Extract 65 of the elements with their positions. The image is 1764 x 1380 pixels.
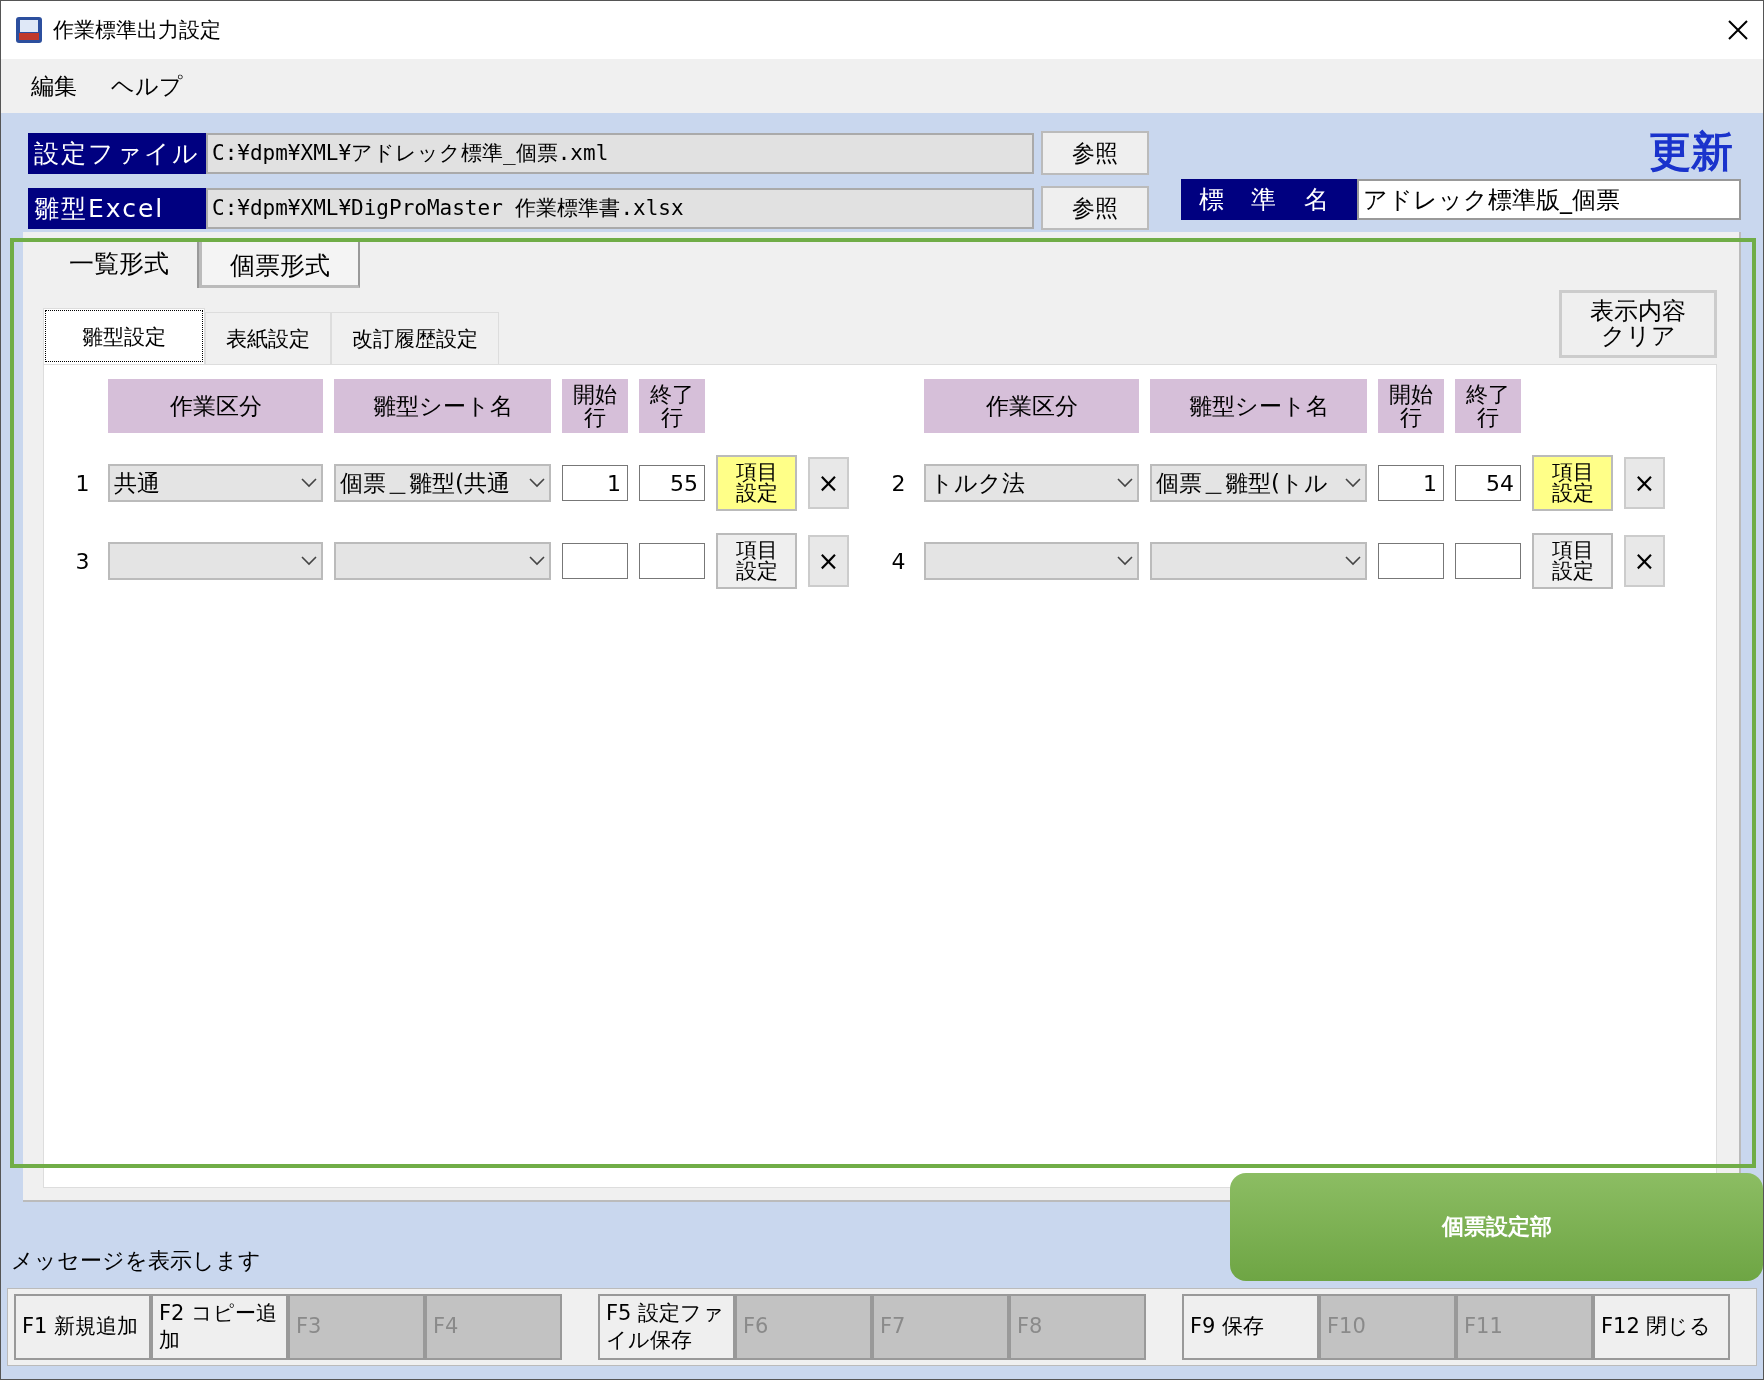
function-key-button[interactable]: F1 新規追加 xyxy=(14,1294,151,1360)
item-settings-button[interactable]: 項目設定 xyxy=(716,533,797,589)
path-field[interactable]: C:¥dpm¥XML¥DigProMaster 作業標準書.xlsx xyxy=(206,187,1034,229)
settings-tab[interactable]: 表紙設定 xyxy=(205,312,331,364)
function-key-button[interactable]: F2 コピー追加 xyxy=(151,1294,288,1360)
column-header: 終了行 xyxy=(639,379,705,433)
function-key-button[interactable]: F9 保存 xyxy=(1182,1294,1319,1360)
column-header: 雛型シート名 xyxy=(1150,379,1367,433)
menu-item[interactable]: ヘルプ xyxy=(111,70,183,102)
end-row-field[interactable] xyxy=(639,543,705,579)
delete-button[interactable]: × xyxy=(808,535,849,587)
row-number: 2 xyxy=(890,470,907,496)
delete-button[interactable]: × xyxy=(1624,535,1665,587)
sheet-dropdown[interactable]: 個票＿雛型(共通 xyxy=(334,464,551,502)
menu-item[interactable]: 編集 xyxy=(31,70,77,102)
column-header: 開始行 xyxy=(562,379,628,433)
caret-icon xyxy=(529,556,545,566)
start-row-field[interactable] xyxy=(562,543,628,579)
field-label: 設定ファイル xyxy=(28,132,206,174)
row-number: 3 xyxy=(74,548,91,574)
delete-button[interactable]: × xyxy=(1624,457,1665,509)
start-row-field[interactable]: 1 xyxy=(1378,465,1444,501)
status-message: メッセージを表示します xyxy=(11,1247,261,1275)
row-number: 4 xyxy=(890,548,907,574)
column-header: 作業区分 xyxy=(108,379,323,433)
path-field[interactable]: C:¥dpm¥XML¥アドレック標準_個票.xml xyxy=(206,132,1034,174)
function-key-button[interactable]: F5 設定ファイル保存 xyxy=(598,1294,735,1360)
caret-icon xyxy=(1345,478,1361,488)
end-row-field[interactable]: 54 xyxy=(1455,465,1521,501)
start-row-field[interactable]: 1 xyxy=(562,465,628,501)
item-settings-button[interactable]: 項目設定 xyxy=(1532,533,1613,589)
column-header: 開始行 xyxy=(1378,379,1444,433)
field-label: 雛型Excel xyxy=(28,187,206,229)
caret-icon xyxy=(1345,556,1361,566)
close-icon[interactable] xyxy=(1727,19,1749,41)
function-key-button[interactable]: F12 閉じる xyxy=(1593,1294,1730,1360)
update-label: 更新 xyxy=(1649,131,1733,173)
settings-tab[interactable]: 改訂履歴設定 xyxy=(331,312,499,364)
browse-button[interactable]: 参照 xyxy=(1041,186,1149,230)
settings-tab[interactable]: 雛型設定 xyxy=(43,308,205,364)
caret-icon xyxy=(1117,478,1133,488)
delete-button[interactable]: × xyxy=(808,457,849,509)
field-label: 標 準 名 xyxy=(1181,179,1357,220)
window-title: 作業標準出力設定 xyxy=(53,17,221,44)
app-icon xyxy=(15,16,43,44)
end-row-field[interactable] xyxy=(1455,543,1521,579)
caret-icon xyxy=(529,478,545,488)
column-header: 作業区分 xyxy=(924,379,1139,433)
category-dropdown[interactable]: 共通 xyxy=(108,464,323,502)
caret-icon xyxy=(301,556,317,566)
start-row-field[interactable] xyxy=(1378,543,1444,579)
category-dropdown[interactable]: トルク法 xyxy=(924,464,1139,502)
callout-label: 個票設定部 xyxy=(1230,1173,1763,1281)
row-number: 1 xyxy=(74,470,91,496)
column-header: 終了行 xyxy=(1455,379,1521,433)
column-header: 雛型シート名 xyxy=(334,379,551,433)
sheet-dropdown[interactable]: 個票＿雛型(トル xyxy=(1150,464,1367,502)
browse-button[interactable]: 参照 xyxy=(1041,131,1149,175)
caret-icon xyxy=(1117,556,1133,566)
item-settings-button[interactable]: 項目設定 xyxy=(716,455,797,511)
clear-display-button[interactable]: 表示内容クリア xyxy=(1559,290,1717,358)
caret-icon xyxy=(301,478,317,488)
end-row-field[interactable]: 55 xyxy=(639,465,705,501)
standard-name-field[interactable]: アドレック標準版_個票 xyxy=(1357,179,1741,220)
item-settings-button[interactable]: 項目設定 xyxy=(1532,455,1613,511)
